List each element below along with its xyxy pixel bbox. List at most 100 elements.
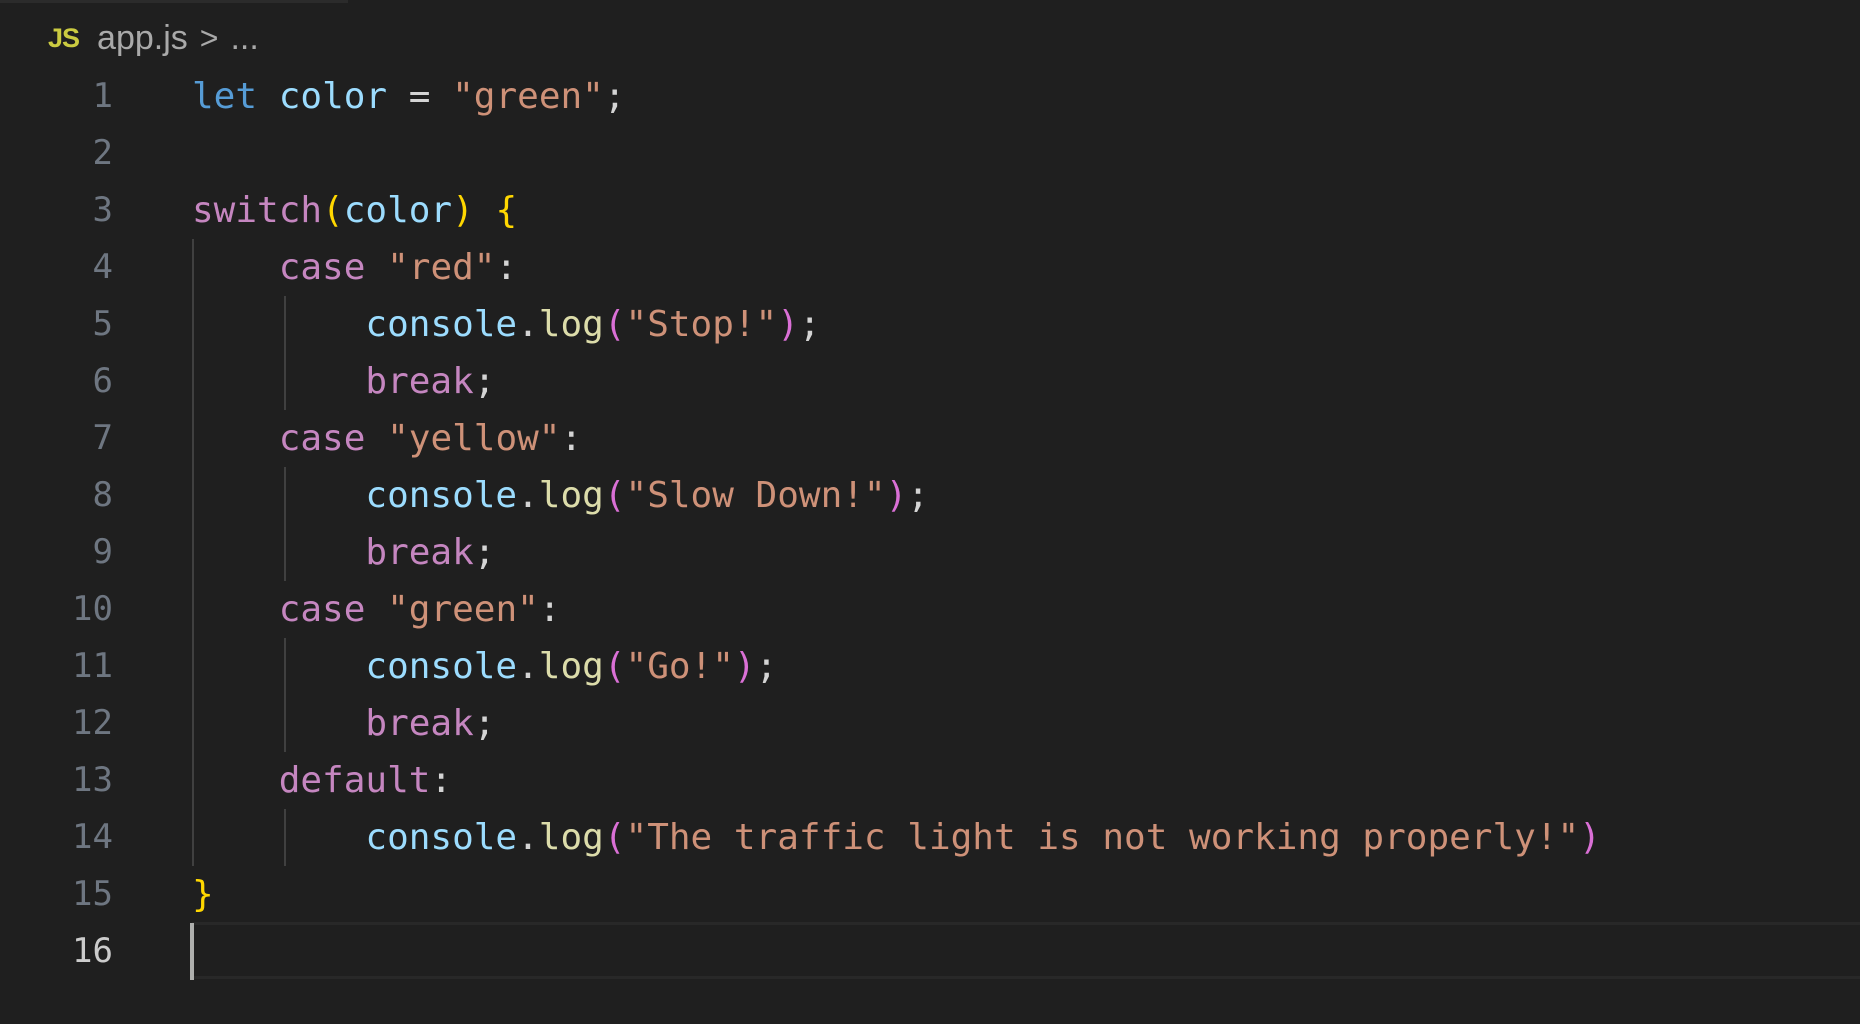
token-plain: : — [430, 760, 453, 801]
token-plain: = — [387, 76, 453, 117]
line-number: 13 — [72, 760, 113, 800]
code-line[interactable]: 15} — [0, 866, 1860, 923]
token-control: break — [365, 532, 474, 573]
token-plain: ; — [907, 475, 929, 516]
code-line[interactable]: 1 let color = "green"; — [0, 68, 1860, 125]
token-plain: . — [517, 304, 539, 345]
text-cursor — [190, 923, 194, 980]
breadcrumb: JS app.js > ... — [48, 16, 259, 60]
token-bracket2: ( — [603, 304, 626, 345]
code-line[interactable]: 7 case "yellow": — [0, 410, 1860, 467]
token-bracket1: } — [192, 874, 214, 915]
token-control: case — [278, 247, 366, 288]
token-bracket1: ) — [452, 190, 474, 231]
code-line[interactable]: 5 console.log("Stop!"); — [0, 296, 1860, 353]
token-plain: ; — [473, 532, 496, 573]
code-text: break; — [192, 695, 495, 752]
current-line-highlight — [192, 922, 1860, 979]
token-variable: color — [278, 76, 388, 117]
code-line[interactable]: 8 console.log("Slow Down!"); — [0, 467, 1860, 524]
token-string: "green" — [452, 76, 604, 117]
line-number: 2 — [92, 133, 113, 173]
code-text: console.log("Slow Down!"); — [192, 467, 929, 524]
token-string: "The traffic light is not working proper… — [625, 817, 1580, 858]
line-number: 12 — [72, 703, 113, 743]
breadcrumb-symbol[interactable]: ... — [230, 19, 258, 58]
line-number: 1 — [92, 76, 113, 116]
line-number: 4 — [92, 247, 113, 287]
token-plain: : — [538, 589, 561, 630]
code-line[interactable]: 9 break; — [0, 524, 1860, 581]
breadcrumb-file[interactable]: app.js — [97, 19, 188, 58]
code-line[interactable]: 4 case "red": — [0, 239, 1860, 296]
code-text: case "red": — [192, 239, 517, 296]
token-function: log — [538, 304, 604, 345]
token-bracket1: ( — [322, 190, 344, 231]
code-line[interactable]: 14 console.log("The traffic light is not… — [0, 809, 1860, 866]
code-line[interactable]: 10 case "green": — [0, 581, 1860, 638]
token-bracket2: ( — [603, 475, 626, 516]
code-text: break; — [192, 524, 495, 581]
code-line[interactable]: 16 — [0, 922, 1860, 980]
token-string: "green" — [387, 589, 539, 630]
line-number: 14 — [72, 817, 113, 857]
line-number: 11 — [72, 646, 113, 686]
code-text: let color = "green"; — [192, 68, 626, 125]
token-control: default — [278, 760, 431, 801]
token-function: log — [538, 817, 604, 858]
token-string: "Stop!" — [625, 304, 778, 345]
code-text: switch(color) { — [192, 182, 517, 239]
code-line[interactable]: 12 break; — [0, 695, 1860, 752]
token-plain: ; — [755, 646, 778, 687]
code-editor[interactable]: 1 let color = "green"; 2 3 switch(color) {4 … — [0, 68, 1860, 980]
code-line[interactable]: 11 console.log("Go!"); — [0, 638, 1860, 695]
token-control: break — [365, 703, 474, 744]
code-line[interactable]: 13 default: — [0, 752, 1860, 809]
code-text: default: — [192, 752, 452, 809]
token-control: switch — [192, 190, 323, 231]
line-number: 10 — [72, 589, 113, 629]
token-plain: : — [560, 418, 583, 459]
token-plain: ; — [473, 703, 496, 744]
token-control: case — [278, 418, 366, 459]
line-number: 9 — [92, 532, 113, 572]
token-string: "Slow Down!" — [625, 475, 886, 516]
js-file-icon: JS — [48, 22, 80, 53]
line-number: 3 — [92, 190, 113, 230]
token-plain: . — [517, 646, 539, 687]
chevron-right-icon: > — [199, 19, 219, 56]
token-variable: console — [365, 304, 518, 345]
token-bracket2: ( — [603, 817, 626, 858]
token-bracket2: ) — [777, 304, 799, 345]
code-line[interactable]: 3 switch(color) { — [0, 182, 1860, 239]
token-keyword: let — [192, 76, 258, 117]
token-bracket2: ) — [1579, 817, 1601, 858]
token-plain: . — [517, 475, 539, 516]
tab-strip — [0, 0, 348, 3]
code-text: break; — [192, 353, 495, 410]
token-plain: . — [517, 817, 539, 858]
code-text: console.log("Go!"); — [192, 638, 777, 695]
token-string: "Go!" — [625, 646, 734, 687]
code-text: case "yellow": — [192, 410, 582, 467]
token-bracket2: ( — [603, 646, 626, 687]
token-variable: console — [365, 646, 518, 687]
code-text: console.log("The traffic light is not wo… — [192, 809, 1601, 866]
code-line[interactable]: 6 break; — [0, 353, 1860, 410]
code-line[interactable]: 2 — [0, 125, 1860, 182]
token-plain: ; — [603, 76, 626, 117]
token-function: log — [538, 646, 604, 687]
token-control: case — [278, 589, 366, 630]
token-string: "yellow" — [387, 418, 561, 459]
line-number: 7 — [92, 418, 113, 458]
token-string: "red" — [387, 247, 496, 288]
token-bracket1: { — [495, 190, 518, 231]
